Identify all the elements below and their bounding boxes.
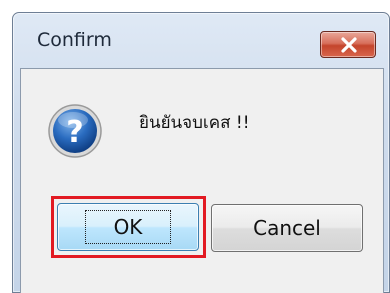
dialog-message: ยินยันจบเคส !!	[139, 113, 250, 133]
ok-button-label: OK	[84, 210, 172, 244]
cancel-button-label: Cancel	[253, 216, 321, 240]
close-icon	[341, 37, 357, 53]
question-icon: ?	[48, 104, 102, 158]
title-bar[interactable]: Confirm	[13, 13, 389, 67]
cancel-button[interactable]: Cancel	[211, 204, 363, 252]
close-button[interactable]	[320, 31, 376, 58]
svg-text:?: ?	[66, 115, 83, 150]
dialog-title: Confirm	[37, 29, 112, 51]
ok-button[interactable]: OK	[57, 203, 199, 251]
confirm-dialog: Confirm ? ยินยันจบเคส !! OK Cancel	[12, 12, 390, 293]
dialog-body: ? ยินยันจบเคส !! OK Cancel	[20, 68, 384, 293]
